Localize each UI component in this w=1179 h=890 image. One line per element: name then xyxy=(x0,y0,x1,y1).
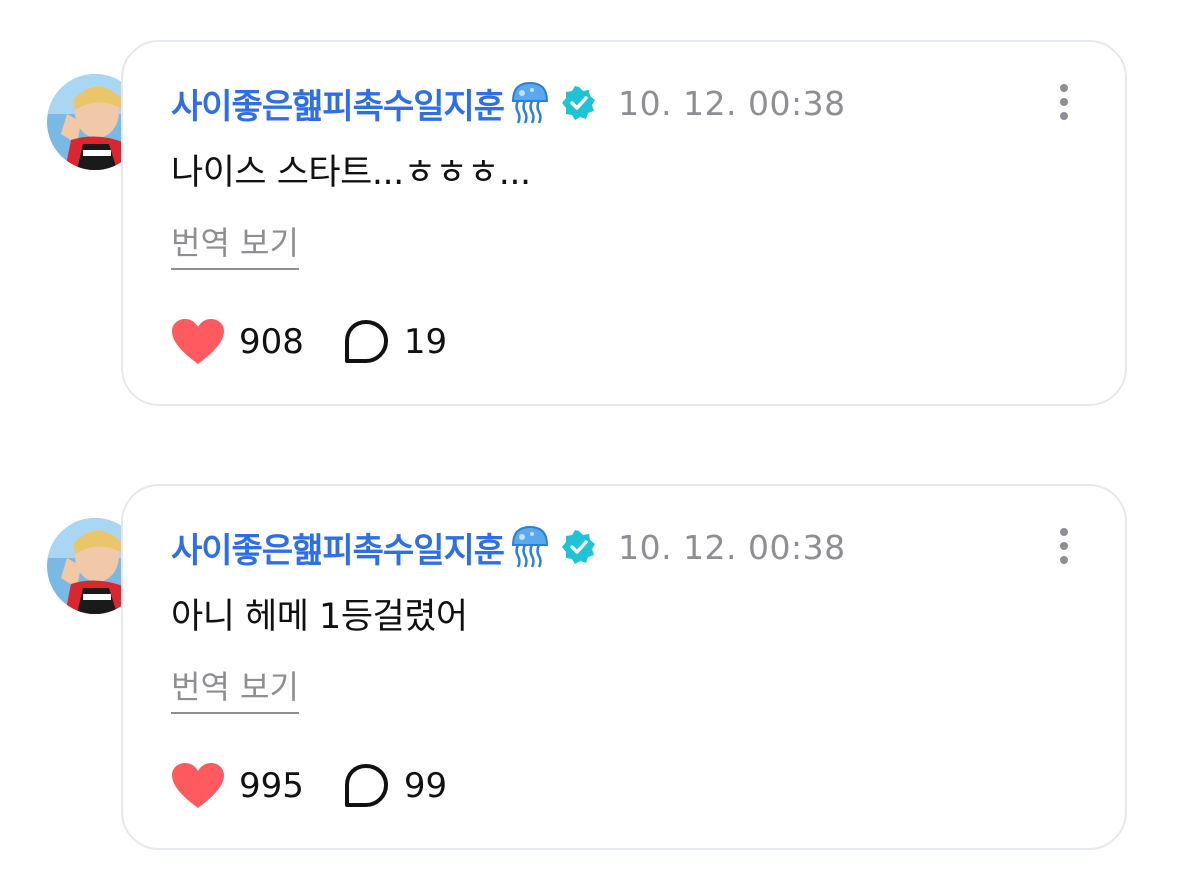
comment-count: 19 xyxy=(403,322,448,362)
more-options-icon[interactable] xyxy=(1057,526,1071,566)
verified-badge-icon xyxy=(562,86,596,120)
comment-text: 아니 헤메 1등걸렸어 xyxy=(171,597,468,637)
comment-actions: 995 99 xyxy=(171,758,447,814)
comment-header: 사이좋은햂피촉수일지훈 10. 12. 00:38 xyxy=(171,522,846,572)
username[interactable]: 사이좋은햂피촉수일지훈 xyxy=(171,79,505,128)
comment-bubble-icon[interactable] xyxy=(342,763,390,809)
comment-text: 나이스 스타트...ㅎㅎㅎ... xyxy=(171,153,531,193)
like-count: 908 xyxy=(239,322,304,362)
verified-badge-icon xyxy=(562,530,596,564)
heart-icon[interactable] xyxy=(171,762,225,810)
timestamp: 10. 12. 00:38 xyxy=(618,527,846,567)
comment-card: 사이좋은햂피촉수일지훈 10. 12. 00:38 xyxy=(121,40,1127,406)
comment-header: 사이좋은햂피촉수일지훈 10. 12. 00:38 xyxy=(171,78,846,128)
jellyfish-icon xyxy=(510,81,550,125)
comment-count: 99 xyxy=(403,766,448,806)
comment-item: 사이좋은햂피촉수일지훈 10. 12. 00:38 xyxy=(0,444,1179,864)
timestamp: 10. 12. 00:38 xyxy=(618,83,846,123)
comment-item: 사이좋은햂피촉수일지훈 10. 12. 00:38 xyxy=(0,0,1179,420)
translate-link[interactable]: 번역 보기 xyxy=(171,218,299,270)
jellyfish-icon xyxy=(510,525,550,569)
comment-bubble-icon[interactable] xyxy=(342,319,390,365)
more-options-icon[interactable] xyxy=(1057,82,1071,122)
heart-icon[interactable] xyxy=(171,318,225,366)
username[interactable]: 사이좋은햂피촉수일지훈 xyxy=(171,523,505,572)
comment-card: 사이좋은햂피촉수일지훈 10. 12. 00:38 xyxy=(121,484,1127,850)
like-count: 995 xyxy=(239,766,304,806)
comment-actions: 908 19 xyxy=(171,314,447,370)
translate-link[interactable]: 번역 보기 xyxy=(171,662,299,714)
